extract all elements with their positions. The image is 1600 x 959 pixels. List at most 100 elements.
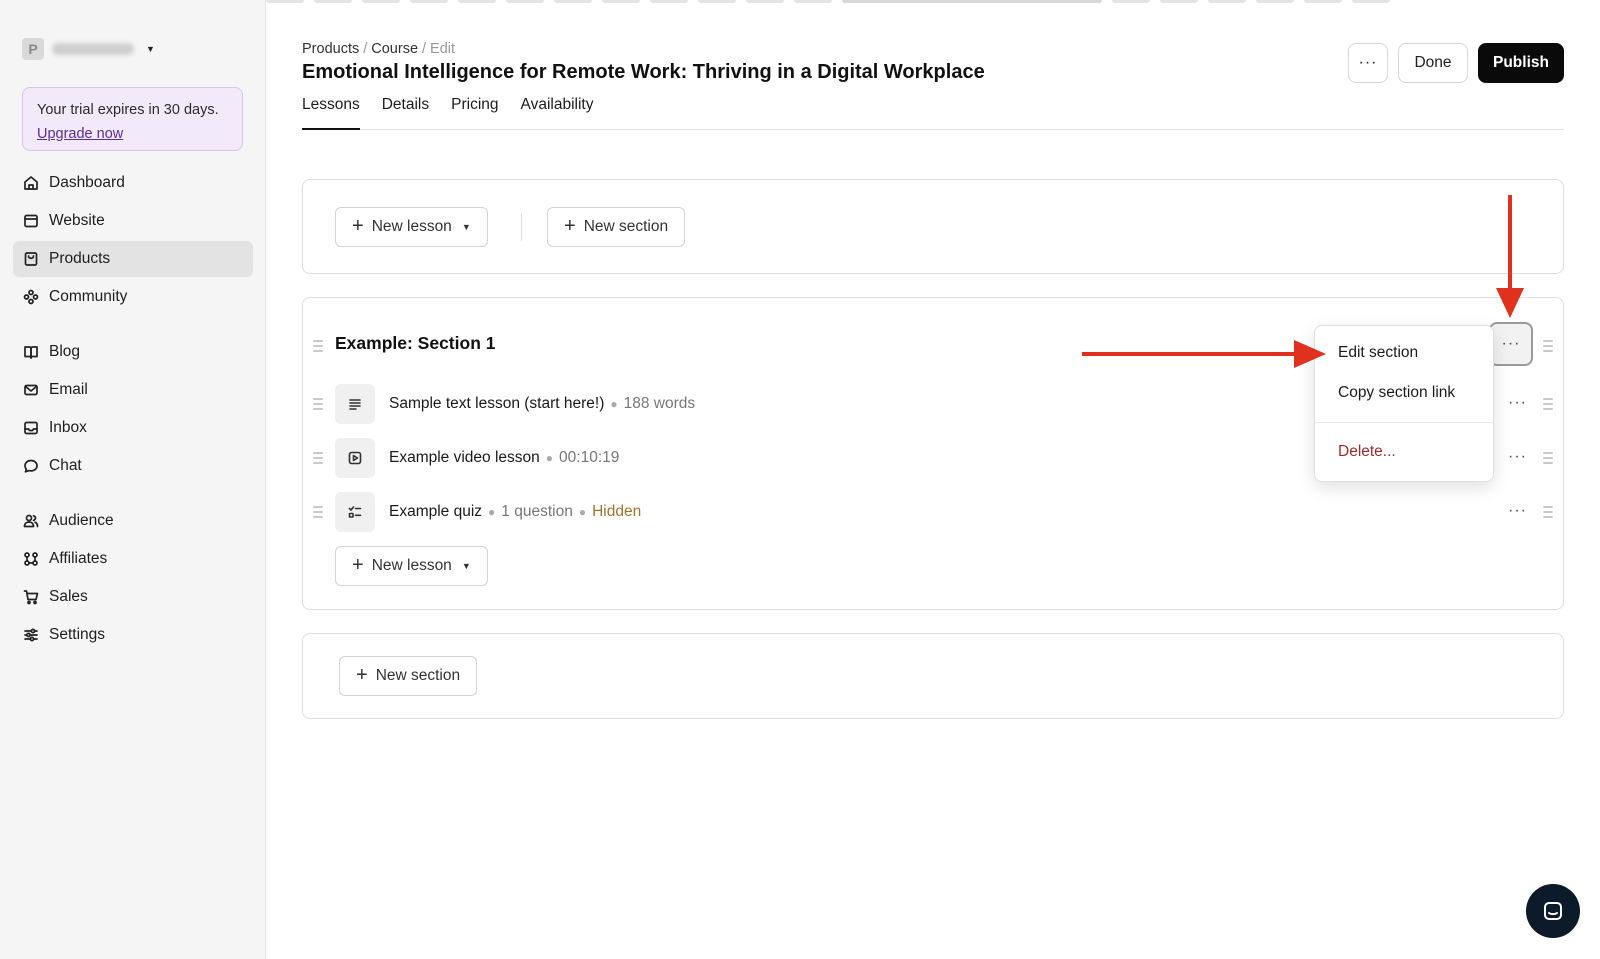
sidebar-item-label: Inbox bbox=[49, 419, 87, 436]
caret-down-icon: ▼ bbox=[461, 561, 471, 571]
new-lesson-label: New lesson bbox=[371, 557, 452, 574]
plus-icon: + bbox=[356, 664, 368, 686]
section-more-button[interactable]: ··· bbox=[1489, 322, 1533, 366]
caret-down-icon: ▼ bbox=[461, 222, 471, 232]
drag-handle-icon[interactable] bbox=[1543, 506, 1553, 518]
sidebar: P ▼ Your trial expires in 30 days. Upgra… bbox=[0, 0, 266, 959]
more-options-button[interactable]: ··· bbox=[1348, 43, 1388, 83]
breadcrumb-products[interactable]: Products bbox=[302, 41, 359, 57]
sidebar-item-sales[interactable]: Sales bbox=[13, 579, 253, 615]
lesson-title: Example video lesson bbox=[389, 449, 540, 466]
nav-group-business: Audience Affiliates Sales Settings bbox=[13, 503, 253, 655]
sidebar-item-chat[interactable]: Chat bbox=[13, 448, 253, 484]
section-options-menu: Edit section Copy section link Delete... bbox=[1314, 325, 1494, 482]
divider bbox=[521, 213, 522, 241]
sidebar-item-blog[interactable]: Blog bbox=[13, 334, 253, 370]
tab-bar: Lessons Details Pricing Availability bbox=[302, 94, 1564, 130]
sidebar-item-email[interactable]: Email bbox=[13, 372, 253, 408]
sidebar-item-label: Audience bbox=[49, 512, 114, 529]
new-section-panel: + New section bbox=[302, 633, 1564, 719]
tab-details[interactable]: Details bbox=[382, 94, 429, 130]
drag-handle-icon[interactable] bbox=[1543, 452, 1553, 464]
edit-section-menu-item[interactable]: Edit section bbox=[1338, 344, 1418, 362]
chat-bubble-icon bbox=[1544, 902, 1562, 920]
lesson-type-badge bbox=[335, 384, 375, 424]
breadcrumb-course[interactable]: Course bbox=[371, 41, 418, 57]
lesson-meta: 1 question bbox=[501, 503, 573, 520]
tab-availability[interactable]: Availability bbox=[521, 94, 594, 130]
browser-tab-strip bbox=[170, 0, 1420, 4]
sidebar-item-label: Email bbox=[49, 381, 88, 398]
upgrade-link[interactable]: Upgrade now bbox=[37, 126, 123, 142]
header-actions: ··· Done Publish bbox=[1348, 43, 1564, 83]
trial-text: Your trial expires in 30 days. bbox=[37, 102, 219, 118]
sidebar-item-label: Products bbox=[49, 250, 111, 267]
sidebar-item-settings[interactable]: Settings bbox=[13, 617, 253, 653]
workspace-switcher[interactable]: P ▼ bbox=[22, 38, 155, 60]
new-lesson-label: New lesson bbox=[371, 218, 452, 235]
delete-section-menu-item[interactable]: Delete... bbox=[1338, 443, 1396, 461]
drag-handle-icon[interactable] bbox=[313, 398, 323, 410]
sidebar-item-audience[interactable]: Audience bbox=[13, 503, 253, 539]
sidebar-item-inbox[interactable]: Inbox bbox=[13, 410, 253, 446]
new-lesson-button[interactable]: + New lesson ▼ bbox=[335, 207, 488, 247]
new-section-label: New section bbox=[375, 667, 461, 684]
caret-down-icon: ▼ bbox=[146, 44, 155, 54]
breadcrumb: Products / Course / Edit bbox=[302, 41, 456, 57]
drag-handle-icon[interactable] bbox=[1543, 340, 1553, 352]
nav-group-content: Blog Email Inbox Chat bbox=[13, 334, 253, 486]
lesson-type-badge bbox=[335, 492, 375, 532]
copy-section-link-menu-item[interactable]: Copy section link bbox=[1338, 384, 1455, 402]
workspace-name-blurred bbox=[52, 43, 134, 55]
video-icon bbox=[348, 451, 362, 465]
lesson-row[interactable]: Example quiz ● 1 question ● Hidden bbox=[335, 492, 641, 532]
lesson-row[interactable]: Example video lesson ● 00:10:19 bbox=[335, 438, 619, 478]
sidebar-item-affiliates[interactable]: Affiliates bbox=[13, 541, 253, 577]
sidebar-item-products[interactable]: Products bbox=[13, 241, 253, 277]
lesson-more-button[interactable]: ··· bbox=[1508, 394, 1527, 412]
menu-divider bbox=[1315, 422, 1493, 423]
sidebar-item-label: Community bbox=[49, 288, 128, 305]
mail-icon bbox=[24, 384, 38, 396]
bottom-new-section-button[interactable]: + New section bbox=[339, 656, 478, 696]
drag-handle-icon[interactable] bbox=[313, 452, 323, 464]
text-lines-icon bbox=[349, 399, 361, 410]
lesson-more-button[interactable]: ··· bbox=[1508, 448, 1527, 466]
book-icon bbox=[24, 346, 38, 359]
plus-icon: + bbox=[564, 215, 576, 237]
done-button[interactable]: Done bbox=[1398, 43, 1468, 83]
page-title: Emotional Intelligence for Remote Work: … bbox=[302, 61, 985, 83]
tab-lessons[interactable]: Lessons bbox=[302, 94, 360, 130]
sidebar-item-label: Blog bbox=[49, 343, 81, 360]
sidebar-item-website[interactable]: Website bbox=[13, 203, 253, 239]
plus-icon: + bbox=[352, 215, 364, 237]
sidebar-item-label: Dashboard bbox=[49, 174, 125, 191]
community-icon bbox=[23, 289, 39, 305]
lesson-title: Sample text lesson (start here!) bbox=[389, 395, 605, 412]
sidebar-item-dashboard[interactable]: Dashboard bbox=[13, 165, 253, 201]
lesson-more-button[interactable]: ··· bbox=[1508, 502, 1527, 520]
drag-handle-icon[interactable] bbox=[313, 340, 323, 352]
publish-button[interactable]: Publish bbox=[1478, 43, 1564, 83]
new-section-label: New section bbox=[583, 218, 669, 235]
drag-handle-icon[interactable] bbox=[313, 506, 323, 518]
lesson-toolbar-panel: + New lesson ▼ + New section bbox=[302, 179, 1564, 274]
section-new-lesson-button[interactable]: + New lesson ▼ bbox=[335, 546, 488, 586]
new-section-button[interactable]: + New section bbox=[547, 207, 686, 247]
support-chat-button[interactable] bbox=[1526, 884, 1580, 938]
sidebar-item-label: Sales bbox=[49, 588, 88, 605]
lesson-meta: 00:10:19 bbox=[559, 449, 620, 466]
chat-icon bbox=[24, 459, 38, 473]
bag-icon bbox=[24, 252, 38, 266]
sidebar-item-label: Affiliates bbox=[49, 550, 108, 567]
tab-pricing[interactable]: Pricing bbox=[451, 94, 498, 130]
affiliates-icon bbox=[24, 552, 38, 566]
hidden-status-badge: Hidden bbox=[592, 503, 642, 520]
lesson-row[interactable]: Sample text lesson (start here!) ● 188 wor… bbox=[335, 384, 695, 424]
drag-handle-icon[interactable] bbox=[1543, 398, 1553, 410]
sliders-icon bbox=[24, 628, 38, 642]
inbox-icon bbox=[24, 421, 38, 435]
browser-icon bbox=[24, 214, 38, 228]
sidebar-item-community[interactable]: Community bbox=[13, 279, 253, 315]
section-title: Example: Section 1 bbox=[335, 333, 496, 353]
